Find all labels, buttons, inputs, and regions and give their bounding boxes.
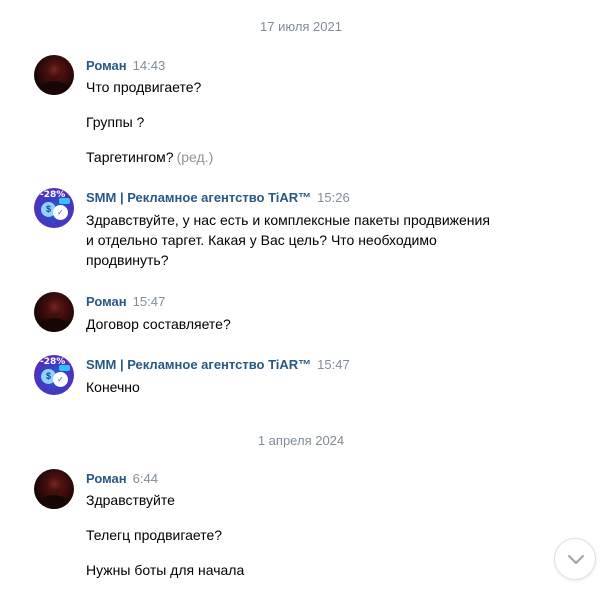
message-header: Роман 6:44 <box>86 470 556 488</box>
avatar-bubble-shape: ✓ <box>53 372 68 387</box>
edited-marker[interactable]: (ред.) <box>177 149 214 165</box>
avatar-shoulders <box>39 495 69 509</box>
message-text: Здравствуйте, у нас есть и комплексные п… <box>86 212 490 228</box>
message-text: Договор составляете? <box>86 316 231 332</box>
message-header: Роман 14:43 <box>86 57 556 75</box>
avatar-tag-shape <box>59 365 70 371</box>
message-text: Таргетингом? (ред.) <box>86 147 556 167</box>
message-text: Здравствуйте <box>86 492 175 508</box>
message-header: SMM | Рекламное агентство TiAR™ 15:47 <box>86 356 556 374</box>
message-group: SMM | Рекламное агентство TiAR™ 15:26 Здр… <box>86 189 556 270</box>
avatar-roman[interactable] <box>34 469 74 509</box>
author-name[interactable]: SMM | Рекламное агентство TiAR™ <box>86 357 311 372</box>
avatar-face <box>48 477 61 494</box>
date-separator: 1 апреля 2024 <box>257 433 345 448</box>
message-text-content: Таргетингом? <box>86 149 174 165</box>
message-time[interactable]: 14:43 <box>133 58 166 73</box>
message-header: SMM | Рекламное агентство TiAR™ 15:26 <box>86 189 556 207</box>
message-text: и отдельно таргет. Какая у Вас цель? Что… <box>86 232 437 248</box>
avatar-face <box>48 63 61 80</box>
avatar-face <box>48 300 61 317</box>
message-time[interactable]: 15:47 <box>317 357 350 372</box>
message-text: Телегц продвигаете? <box>86 527 223 543</box>
message-text: продвинуть? <box>86 252 169 268</box>
author-name[interactable]: SMM | Рекламное агентство TiAR™ <box>86 190 311 205</box>
message-time[interactable]: 15:47 <box>133 294 166 309</box>
message-text: Нужны боты для начала <box>86 562 245 578</box>
message-group: Роман 14:43 Что продвигаете? Группы ? Тар… <box>86 57 556 167</box>
avatar-bubble-shape: ✓ <box>53 205 68 220</box>
message-group: Роман 6:44 Здравствуйте Телегц продвигает… <box>86 470 556 580</box>
message-header: Роман 15:47 <box>86 293 556 311</box>
chat-history[interactable]: 17 июля 2021 Роман 14:43 Что продвигаете?… <box>0 0 602 599</box>
scroll-to-bottom-button[interactable] <box>554 538 596 580</box>
message-text: Группы ? <box>86 114 145 130</box>
message-text: Что продвигаете? <box>86 79 202 95</box>
date-separator: 17 июля 2021 <box>260 19 342 34</box>
author-name[interactable]: Роман <box>86 58 127 73</box>
message-text: Конечно <box>86 379 140 395</box>
message-time[interactable]: 15:26 <box>317 190 350 205</box>
message-time[interactable]: 6:44 <box>133 471 158 486</box>
avatar-roman[interactable] <box>34 292 74 332</box>
author-name[interactable]: Роман <box>86 294 127 309</box>
avatar-shoulders <box>39 318 69 332</box>
chevron-down-icon <box>568 555 584 564</box>
avatar-smm-agency[interactable]: -28% $ ✓ <box>34 188 74 228</box>
avatar-tag-shape <box>59 198 70 204</box>
avatar-roman[interactable] <box>34 55 74 95</box>
avatar-smm-agency[interactable]: -28% $ ✓ <box>34 355 74 395</box>
message-group: SMM | Рекламное агентство TiAR™ 15:47 Кон… <box>86 356 556 397</box>
author-name[interactable]: Роман <box>86 471 127 486</box>
avatar-shoulders <box>39 81 69 95</box>
message-group: Роман 15:47 Договор составляете? <box>86 293 556 334</box>
